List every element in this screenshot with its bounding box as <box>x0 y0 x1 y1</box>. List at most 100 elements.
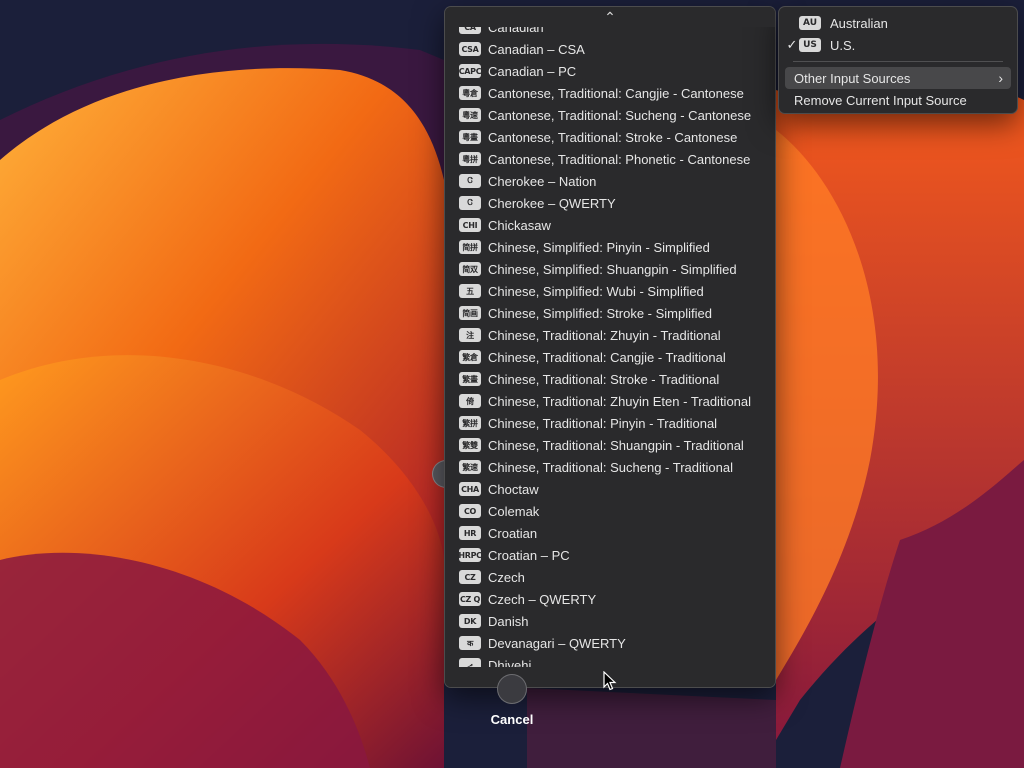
input-source-badge-icon: 简拼 <box>459 240 481 254</box>
input-source-item[interactable]: क Devanagari – QWERTY <box>445 632 775 654</box>
input-source-item[interactable]: 繁速 Chinese, Traditional: Sucheng - Tradit… <box>445 456 775 478</box>
input-source-label: Chinese, Traditional: Sucheng - Traditio… <box>488 459 733 475</box>
input-source-badge-icon: 繁拼 <box>459 416 481 430</box>
input-source-badge-icon: 简双 <box>459 262 481 276</box>
input-source-item[interactable]: Ꮳ Cherokee – QWERTY <box>445 192 775 214</box>
input-source-item[interactable]: 粵倉 Cantonese, Traditional: Cangjie - Cant… <box>445 82 775 104</box>
input-source-badge-icon: Ꮳ <box>459 174 481 188</box>
menu-item-label: U.S. <box>830 37 856 53</box>
input-source-label: Devanagari – QWERTY <box>488 635 626 651</box>
input-source-item[interactable]: 注 Chinese, Traditional: Zhuyin - Traditio… <box>445 324 775 346</box>
input-source-label: Choctaw <box>488 481 539 497</box>
input-source-badge-icon: CHA <box>459 482 481 496</box>
input-source-item[interactable]: CHI Chickasaw <box>445 214 775 236</box>
input-source-label: Chinese, Simplified: Shuangpin - Simplif… <box>488 261 737 277</box>
input-source-item[interactable]: 简拼 Chinese, Simplified: Pinyin - Simplifi… <box>445 236 775 258</box>
menu-separator <box>793 61 1003 62</box>
input-source-badge-icon: 繁倉 <box>459 350 481 364</box>
input-source-label: Dhivehi <box>488 657 532 668</box>
input-source-item[interactable]: 倚 Chinese, Traditional: Zhuyin Eten - Tra… <box>445 390 775 412</box>
scroll-up-arrow[interactable]: ⌃ <box>445 7 775 27</box>
input-menu: AU Australian ✓ US U.S. Other Input Sour… <box>778 6 1018 114</box>
mouse-cursor-icon <box>603 671 617 691</box>
input-source-label: Chinese, Simplified: Wubi - Simplified <box>488 283 704 299</box>
input-source-item[interactable]: HR Croatian <box>445 522 775 544</box>
input-source-item[interactable]: DK Danish <box>445 610 775 632</box>
input-source-badge-icon: 粵畫 <box>459 130 481 144</box>
input-source-item[interactable]: CHA Choctaw <box>445 478 775 500</box>
input-source-item[interactable]: CSA Canadian – CSA <box>445 38 775 60</box>
input-source-label: Cherokee – QWERTY <box>488 195 616 211</box>
input-source-item[interactable]: 繁雙 Chinese, Traditional: Shuangpin - Trad… <box>445 434 775 456</box>
input-source-item[interactable]: CZ Czech <box>445 566 775 588</box>
input-source-label: Chinese, Simplified: Pinyin - Simplified <box>488 239 710 255</box>
cancel-label[interactable]: Cancel <box>480 712 544 727</box>
input-source-item[interactable]: 繁倉 Chinese, Traditional: Cangjie - Tradit… <box>445 346 775 368</box>
input-source-badge-icon: CZ <box>459 570 481 584</box>
input-source-badge-icon: 注 <box>459 328 481 342</box>
input-source-label: Croatian <box>488 525 538 541</box>
input-source-label: Colemak <box>488 503 540 519</box>
input-source-badge-icon: CAPC <box>459 64 481 78</box>
input-source-label: Cantonese, Traditional: Cangjie - Canton… <box>488 85 744 101</box>
input-source-badge-icon: CSA <box>459 42 481 56</box>
input-source-item[interactable]: 繁畫 Chinese, Traditional: Stroke - Traditi… <box>445 368 775 390</box>
input-source-item[interactable]: 繁拼 Chinese, Traditional: Pinyin - Traditi… <box>445 412 775 434</box>
input-source-item[interactable]: ދ Dhivehi <box>445 654 775 667</box>
input-source-badge-icon: 简画 <box>459 306 481 320</box>
input-source-label: Chinese, Simplified: Stroke - Simplified <box>488 305 712 321</box>
input-source-label: Croatian – PC <box>488 547 570 563</box>
input-source-label: Chickasaw <box>488 217 551 233</box>
input-source-item[interactable]: HRPC Croatian – PC <box>445 544 775 566</box>
input-source-item[interactable]: CO Colemak <box>445 500 775 522</box>
checkmark-icon: ✓ <box>786 37 798 52</box>
input-source-item[interactable]: 五 Chinese, Simplified: Wubi - Simplified <box>445 280 775 302</box>
input-source-item[interactable]: 简画 Chinese, Simplified: Stroke - Simplifi… <box>445 302 775 324</box>
input-source-label: Danish <box>488 613 529 629</box>
input-source-badge-icon: CHI <box>459 218 481 232</box>
input-source-badge-icon: HR <box>459 526 481 540</box>
input-source-badge-icon: 粵速 <box>459 108 481 122</box>
input-source-label: Chinese, Traditional: Pinyin - Tradition… <box>488 415 718 431</box>
input-source-item[interactable]: CAPC Canadian – PC <box>445 60 775 82</box>
input-source-label: Cantonese, Traditional: Stroke - Cantone… <box>488 129 738 145</box>
input-source-badge-icon: 五 <box>459 284 481 298</box>
menu-item-us[interactable]: ✓ US U.S. <box>785 34 1011 56</box>
input-source-badge-icon: 繁畫 <box>459 372 481 386</box>
input-source-label: Chinese, Traditional: Shuangpin - Tradit… <box>488 437 744 453</box>
input-source-item[interactable]: 粵速 Cantonese, Traditional: Sucheng - Cant… <box>445 104 775 126</box>
input-source-badge-icon: HRPC <box>459 548 481 562</box>
input-source-badge-icon: CZ Q <box>459 592 481 606</box>
input-sources-submenu: ⌃ CA Canadian CSA Canadian – CSA CAPC Canadia… <box>444 6 776 688</box>
input-source-item[interactable]: 简双 Chinese, Simplified: Shuangpin - Simpl… <box>445 258 775 280</box>
input-source-item[interactable]: 粵拼 Cantonese, Traditional: Phonetic - Can… <box>445 148 775 170</box>
input-source-label: Canadian – CSA <box>488 41 585 57</box>
input-source-label: Czech <box>488 569 525 585</box>
input-source-label: Chinese, Traditional: Zhuyin Eten - Trad… <box>488 393 752 409</box>
chevron-right-icon: › <box>998 70 1003 86</box>
input-source-badge-icon: 繁雙 <box>459 438 481 452</box>
input-source-item[interactable]: Ꮳ Cherokee – Nation <box>445 170 775 192</box>
menu-item-other-input-sources[interactable]: Other Input Sources › <box>785 67 1011 89</box>
input-source-item[interactable]: CZ Q Czech – QWERTY <box>445 588 775 610</box>
input-source-badge-icon: 粵拼 <box>459 152 481 166</box>
input-source-badge-icon: DK <box>459 614 481 628</box>
input-source-badge-icon: CO <box>459 504 481 518</box>
input-source-label: Cantonese, Traditional: Sucheng - Canton… <box>488 107 752 123</box>
input-source-badge-icon: ދ <box>459 658 481 667</box>
input-source-label: Chinese, Traditional: Zhuyin - Tradition… <box>488 327 721 343</box>
menu-item-australian[interactable]: AU Australian <box>785 12 1011 34</box>
input-sources-list: CA Canadian CSA Canadian – CSA CAPC Canadian … <box>445 16 775 667</box>
cancel-button[interactable] <box>497 674 527 704</box>
input-source-label: Canadian – PC <box>488 63 577 79</box>
menu-item-remove-input-source[interactable]: Remove Current Input Source <box>785 89 1011 111</box>
input-source-label: Cherokee – Nation <box>488 173 597 189</box>
us-badge-icon: US <box>799 38 821 52</box>
input-source-badge-icon: Ꮳ <box>459 196 481 210</box>
menu-item-label: Australian <box>830 15 888 31</box>
input-source-label: Cantonese, Traditional: Phonetic - Canto… <box>488 151 751 167</box>
menu-item-label: Other Input Sources <box>794 70 911 86</box>
input-source-item[interactable]: 粵畫 Cantonese, Traditional: Stroke - Canto… <box>445 126 775 148</box>
input-source-label: Chinese, Traditional: Cangjie - Traditio… <box>488 349 726 365</box>
input-source-badge-icon: 粵倉 <box>459 86 481 100</box>
